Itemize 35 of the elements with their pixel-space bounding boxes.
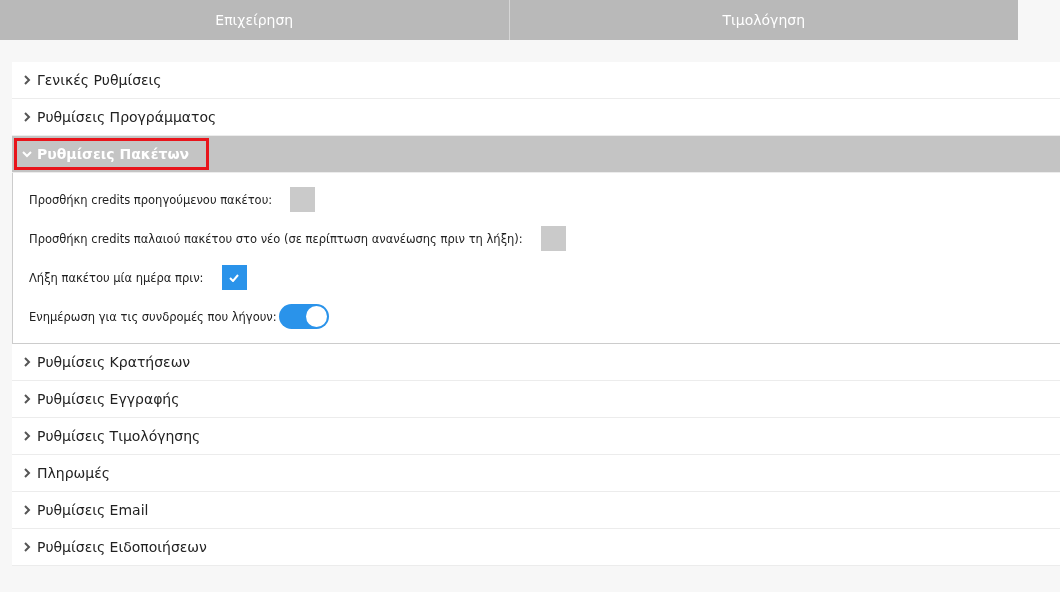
section-title-text: Ρυθμίσεις Email — [37, 502, 149, 518]
setting-label: Προσθήκη credits προηγούμενου πακέτου: — [29, 192, 273, 207]
section-title-text: Ρυθμίσεις Κρατήσεων — [37, 354, 191, 370]
section-title-text: Ρυθμίσεις Προγράμματος — [37, 109, 217, 125]
chevron-right-icon — [22, 468, 32, 478]
setting-label: Προσθήκη credits παλαιού πακέτου στο νέο (σε περίπτωση ανανέωσης πριν τη λήξη): — [29, 231, 523, 246]
accordion-header[interactable]: Ρυθμίσεις Προγράμματος — [12, 99, 1060, 136]
section-title-text: Ρυθμίσεις Τιμολόγησης — [37, 428, 201, 444]
chevron-right-icon — [22, 357, 32, 367]
accordion-header[interactable]: Γενικές Ρυθμίσεις — [12, 62, 1060, 99]
chevron-right-icon — [22, 542, 32, 552]
accordion-header[interactable]: Ρυθμίσεις Τιμολόγησης — [12, 418, 1060, 455]
section-title-text: Ρυθμίσεις Πακέτων — [37, 146, 190, 162]
accordion-header[interactable]: Ρυθμίσεις Κρατήσεων — [12, 344, 1060, 381]
section-title-text: Ρυθμίσεις Ειδοποιήσεων — [37, 539, 207, 555]
toggle-switch[interactable] — [278, 304, 329, 329]
chevron-right-icon — [22, 505, 32, 515]
chevron-right-icon — [22, 431, 32, 441]
checkbox[interactable] — [290, 187, 316, 212]
check-icon — [229, 273, 239, 282]
accordion-header[interactable]: Ρυθμίσεις Email — [12, 492, 1060, 529]
accordion-header[interactable]: Ρυθμίσεις Ειδοποιήσεων — [12, 529, 1060, 566]
checkbox[interactable] — [221, 265, 247, 290]
setting-label: Λήξη πακέτου μία ημέρα πριν: — [29, 270, 204, 285]
chevron-right-icon — [22, 394, 32, 404]
accordion-header[interactable]: Ρυθμίσεις Εγγραφής — [12, 381, 1060, 418]
chevron-right-icon — [22, 112, 32, 122]
section-title-text: Ρυθμίσεις Εγγραφής — [37, 391, 180, 407]
setting-label: Ενημέρωση για τις συνδρομές που λήγουν: — [29, 309, 277, 324]
chevron-down-icon — [22, 149, 32, 159]
checkbox[interactable] — [540, 226, 566, 251]
section-title-text: Γενικές Ρυθμίσεις — [37, 72, 162, 88]
accordion-header[interactable]: Πληρωμές — [12, 455, 1060, 492]
section-title-text: Πληρωμές — [37, 465, 110, 481]
chevron-right-icon — [22, 75, 32, 85]
